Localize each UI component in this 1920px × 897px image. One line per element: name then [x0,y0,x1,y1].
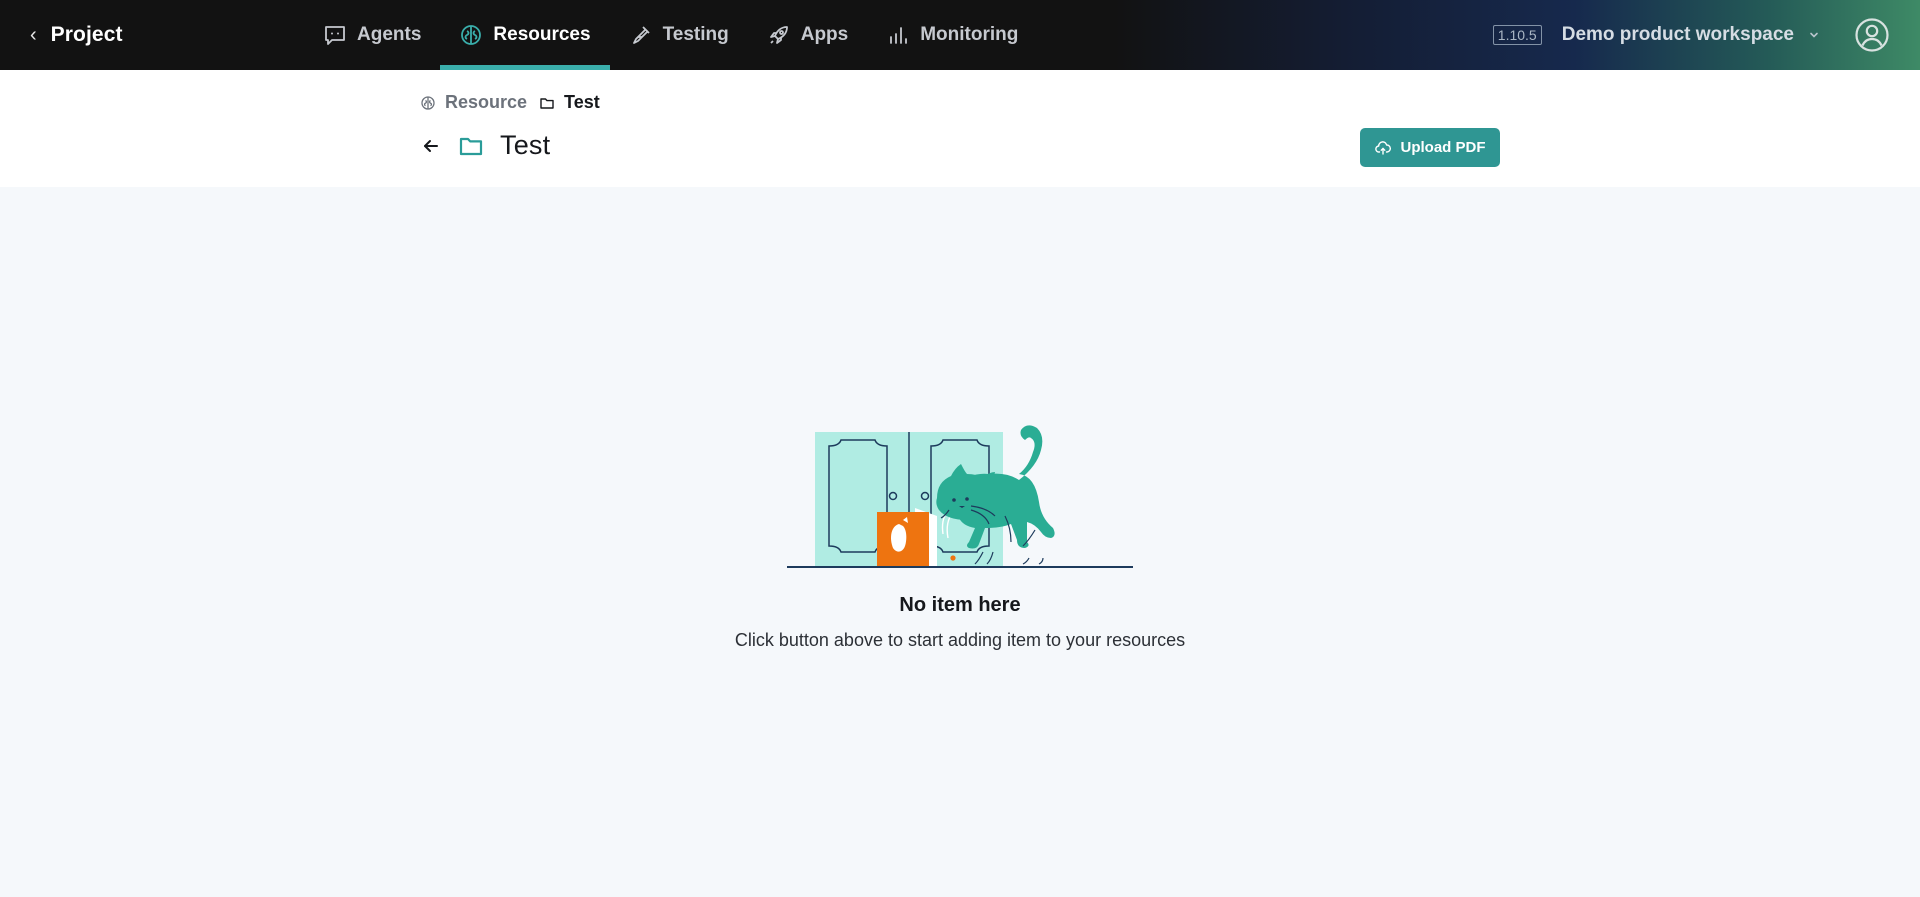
tab-testing[interactable]: Testing [610,0,748,70]
project-label: Project [50,23,123,46]
top-navigation-bar: ‹ Project Agents Resources Testing Apps … [0,0,1920,70]
chat-bubble-icon [325,26,345,45]
page-heading: Test [420,130,550,161]
cloud-upload-icon [1374,140,1391,155]
cat-cabinet-illustration [787,425,1133,568]
breadcrumb-current-label: Test [564,92,600,112]
upload-pdf-label: Upload PDF [1400,139,1486,156]
bar-chart-icon [890,27,908,44]
workspace-selector[interactable]: Demo product workspace [1562,24,1820,46]
tab-apps[interactable]: Apps [748,0,868,70]
tab-apps-label: Apps [800,24,849,45]
empty-state-title: No item here [899,594,1021,616]
page-header: Resource Test Test Upload PDF [0,70,1920,187]
arrow-left-icon[interactable] [420,135,442,157]
empty-state: No item here Click button above to start… [0,420,1920,651]
tab-testing-label: Testing [662,24,729,45]
project-back-link[interactable]: ‹ Project [30,0,123,70]
rocket-icon [769,26,788,44]
breadcrumb: Resource Test [420,92,600,113]
folder-icon [459,137,483,155]
user-avatar-icon[interactable] [1854,17,1890,53]
tab-agents-label: Agents [357,24,422,45]
tab-monitoring-label: Monitoring [920,24,1019,45]
chevron-down-icon [1810,32,1818,38]
breadcrumb-resource-label: Resource [445,92,528,112]
folder-icon [540,97,554,109]
version-badge: 1.10.5 [1492,25,1542,45]
main-nav-tabs: Agents Resources Testing Apps Monitoring [304,0,1037,70]
breadcrumb-resource[interactable]: Resource [420,92,527,113]
pipette-icon [632,26,650,44]
workspace-name: Demo product workspace [1561,24,1794,45]
upload-pdf-button[interactable]: Upload PDF [1360,128,1500,167]
tab-resources[interactable]: Resources [440,0,610,70]
page-title: Test [500,130,551,160]
brain-icon [421,95,435,110]
tab-monitoring[interactable]: Monitoring [867,0,1037,70]
topbar-right-group: 1.10.5 Demo product workspace [1492,0,1890,70]
tab-resources-label: Resources [493,24,591,45]
brain-icon [461,25,482,45]
breadcrumb-current: Test [539,92,600,113]
tab-agents[interactable]: Agents [304,0,440,70]
chevron-left-icon: ‹ [30,24,37,46]
empty-state-subtitle: Click button above to start adding item … [734,630,1186,650]
